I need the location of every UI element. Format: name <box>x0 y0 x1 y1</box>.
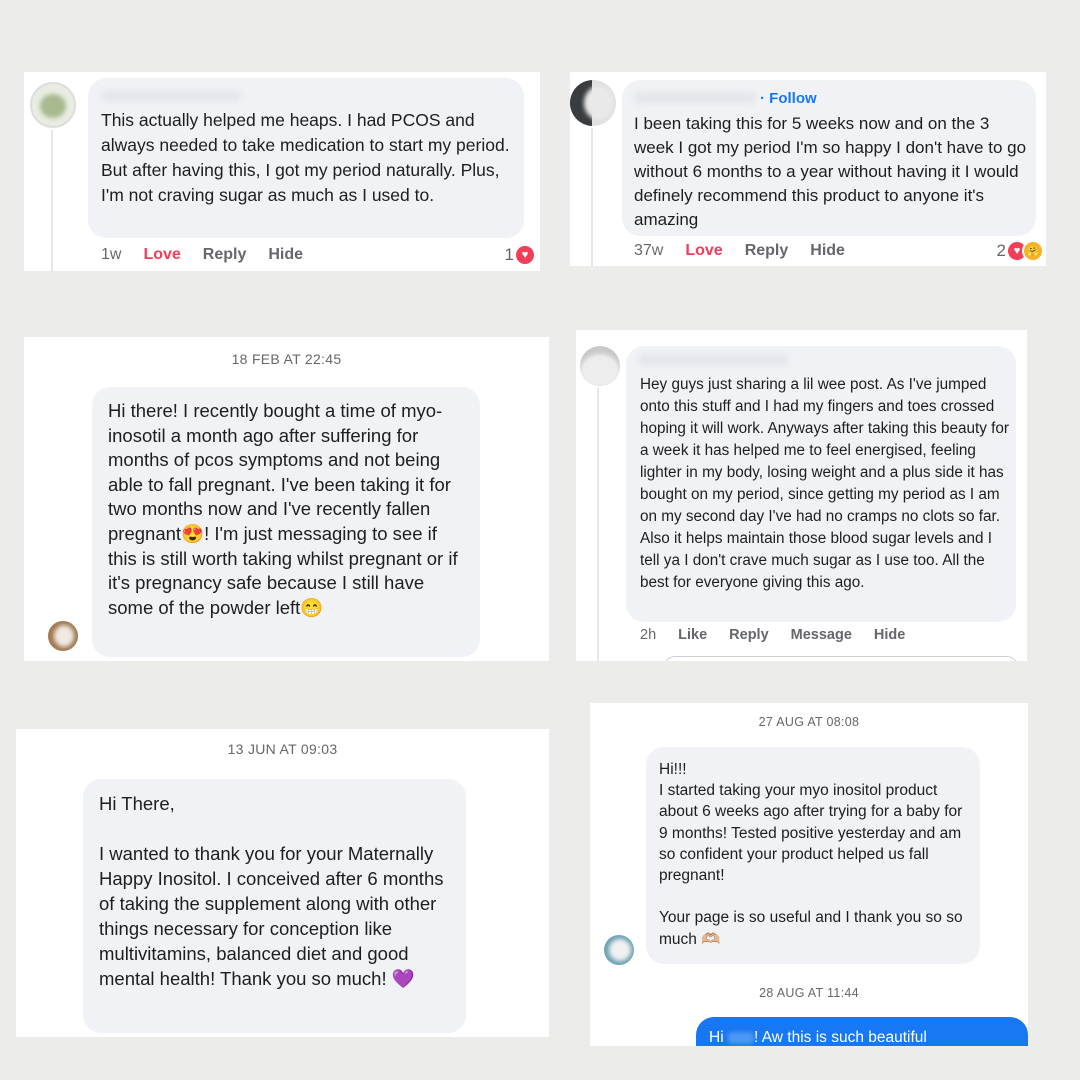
reply-button[interactable]: Reply <box>203 246 247 264</box>
avatar[interactable] <box>570 80 616 126</box>
comment-card-3: Hey guys just sharing a lil wee post. As… <box>576 330 1027 661</box>
avatar[interactable] <box>604 935 634 965</box>
reply-input[interactable] <box>664 656 1018 661</box>
time-label[interactable]: 1w <box>101 246 121 264</box>
thread-line <box>51 130 53 271</box>
message-text: Hi!!! I started taking your myo inositol… <box>659 761 963 948</box>
message-timestamp: 18 FEB AT 22:45 <box>231 351 342 367</box>
comment-bubble: · Follow I been taking this for 5 weeks … <box>622 80 1036 236</box>
reaction-number: 2 <box>996 241 1006 260</box>
comment-card-2: · Follow I been taking this for 5 weeks … <box>570 72 1046 266</box>
comment-actions: 37w Love Reply Hide <box>634 242 867 260</box>
time-label[interactable]: 37w <box>634 242 663 260</box>
love-button[interactable]: Love <box>685 242 722 260</box>
reaction-count[interactable]: 1 ♥ <box>505 244 536 266</box>
comment-bubble: Hey guys just sharing a lil wee post. As… <box>626 346 1016 622</box>
like-button[interactable]: Like <box>678 627 707 643</box>
time-label[interactable]: 2h <box>640 627 656 643</box>
author-name-blurred <box>638 354 788 366</box>
love-reaction-icon: ♥ <box>514 244 536 266</box>
follow-link[interactable]: · Follow <box>760 90 817 107</box>
message-bubble: Hi there! I recently bought a time of my… <box>92 387 480 657</box>
thread-line <box>591 128 593 266</box>
avatar[interactable] <box>48 621 78 651</box>
sent-message-text: Hi ! Aw this is such beautiful <box>709 1029 1025 1046</box>
message-timestamp-2: 28 AUG AT 11:44 <box>759 986 859 1000</box>
avatar[interactable] <box>580 346 620 386</box>
message-card-1: 18 FEB AT 22:45 Hi there! I recently bou… <box>24 337 549 661</box>
reply-button[interactable]: Reply <box>729 627 769 643</box>
sent-message-bubble: Hi ! Aw this is such beautiful <box>696 1017 1028 1046</box>
reply-button[interactable]: Reply <box>745 242 789 260</box>
author-name-blurred <box>634 92 756 104</box>
hide-button[interactable]: Hide <box>268 246 303 264</box>
author-name-blurred <box>101 90 241 102</box>
comment-text: This actually helped me heaps. I had PCO… <box>101 110 510 205</box>
reaction-count[interactable]: 2 ♥ 🤗 <box>997 240 1044 262</box>
comment-actions: 2h Like Reply Message Hide <box>640 627 927 643</box>
comment-actions: 1w Love Reply Hide <box>101 246 325 264</box>
reaction-number: 1 <box>504 245 514 264</box>
comment-card-1: This actually helped me heaps. I had PCO… <box>24 72 540 271</box>
message-button[interactable]: Message <box>791 627 852 643</box>
love-button[interactable]: Love <box>143 246 180 264</box>
sent-text-end: ! Aw this is such beautiful <box>753 1029 927 1046</box>
message-text: Hi there! I recently bought a time of my… <box>108 400 458 618</box>
comment-bubble: This actually helped me heaps. I had PCO… <box>88 78 524 238</box>
message-timestamp: 13 JUN AT 09:03 <box>227 741 338 757</box>
sent-text-start: Hi <box>709 1029 728 1046</box>
message-bubble: Hi There, I wanted to thank you for your… <box>83 779 466 1033</box>
avatar[interactable] <box>30 82 76 128</box>
care-reaction-icon: 🤗 <box>1022 240 1044 262</box>
name-redacted <box>727 1031 754 1044</box>
thread-line <box>597 388 599 661</box>
comment-text: I been taking this for 5 weeks now and o… <box>634 114 1027 229</box>
hide-button[interactable]: Hide <box>874 627 905 643</box>
message-card-2: 13 JUN AT 09:03 Hi There, I wanted to th… <box>16 729 549 1037</box>
hide-button[interactable]: Hide <box>810 242 845 260</box>
message-timestamp: 27 AUG AT 08:08 <box>758 715 860 729</box>
message-bubble: Hi!!! I started taking your myo inositol… <box>646 747 980 964</box>
message-card-3: 27 AUG AT 08:08 Hi!!! I started taking y… <box>590 703 1028 1046</box>
message-text: Hi There, I wanted to thank you for your… <box>99 793 444 989</box>
comment-text: Hey guys just sharing a lil wee post. As… <box>640 376 1009 591</box>
